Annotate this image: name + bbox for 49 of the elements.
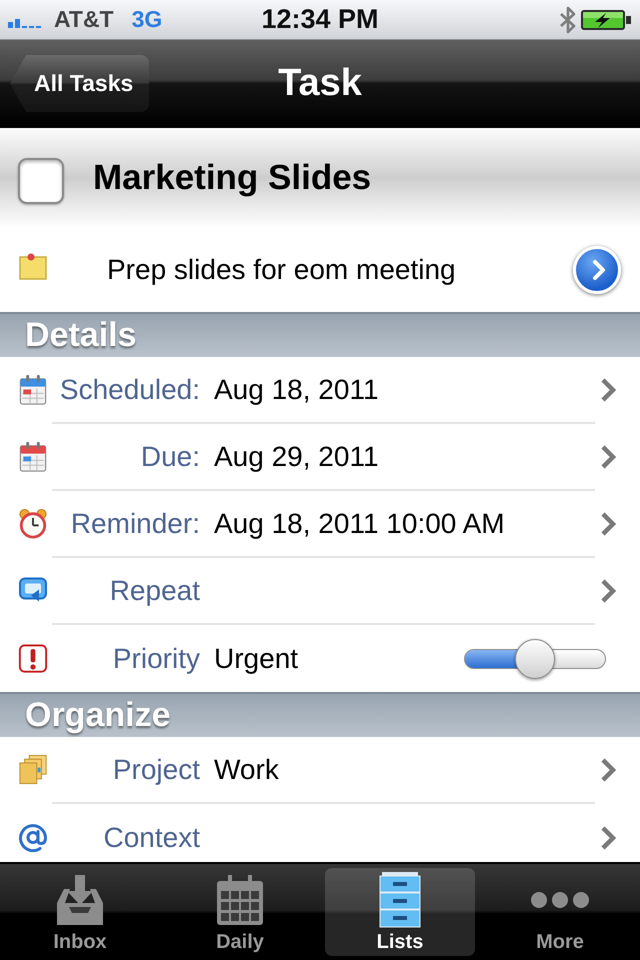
calendar-icon <box>217 875 263 925</box>
priority-slider[interactable] <box>464 638 606 678</box>
network-type: 3G <box>132 6 162 33</box>
section-title: Organize <box>25 696 170 735</box>
field-value: Urgent <box>214 642 298 674</box>
more-dots-icon <box>530 891 590 909</box>
exclamation-icon <box>18 643 48 674</box>
disclosure-button[interactable] <box>573 246 621 294</box>
chevron-icon[interactable] <box>600 756 617 782</box>
section-title: Details <box>25 316 136 355</box>
folders-icon <box>18 754 48 785</box>
field-label: Reminder: <box>70 508 200 540</box>
chevron-icon[interactable] <box>600 578 617 604</box>
nav-title: Task <box>278 62 362 105</box>
tab[interactable]: More <box>485 868 635 956</box>
field-label: Scheduled: <box>60 374 200 406</box>
field-label: Project <box>112 754 200 786</box>
alarm-clock-icon <box>18 508 48 539</box>
back-button[interactable]: All Tasks <box>10 55 150 112</box>
field-label: Due: <box>140 440 200 472</box>
chevron-icon[interactable] <box>600 824 617 850</box>
field-value: Aug 18, 2011 <box>214 374 379 406</box>
inbox-tray-icon <box>56 875 104 925</box>
battery-charging-icon <box>580 8 632 30</box>
bluetooth-icon <box>559 4 577 34</box>
tab[interactable]: Daily <box>165 868 315 956</box>
status-time: 12:34 PM <box>261 4 379 35</box>
field-value: Aug 29, 2011 <box>214 440 379 472</box>
task-title: Marketing Slides <box>93 158 372 198</box>
task-note: Prep slides for eom meeting <box>107 254 456 286</box>
at-sign-icon <box>18 822 48 853</box>
sticky-note-icon <box>19 252 47 280</box>
tab[interactable]: Inbox <box>5 868 155 956</box>
tab[interactable]: Lists <box>325 868 475 956</box>
chevron-icon[interactable] <box>600 444 617 470</box>
field-label: Context <box>104 822 200 854</box>
field-label: Repeat <box>110 574 200 606</box>
chevron-icon[interactable] <box>600 376 617 402</box>
filing-cabinet-icon <box>379 872 421 928</box>
field-label: Priority <box>112 642 200 674</box>
field-value: Aug 18, 2011 10:00 AM <box>214 508 505 540</box>
slider-thumb[interactable] <box>515 638 555 678</box>
calendar-icon <box>18 374 48 405</box>
chevron-icon <box>592 259 606 281</box>
carrier-name: AT&T <box>54 6 114 33</box>
checkbox[interactable] <box>18 158 64 204</box>
field-value: Work <box>214 754 279 786</box>
calendar-icon <box>18 441 48 472</box>
chevron-icon[interactable] <box>600 510 617 536</box>
